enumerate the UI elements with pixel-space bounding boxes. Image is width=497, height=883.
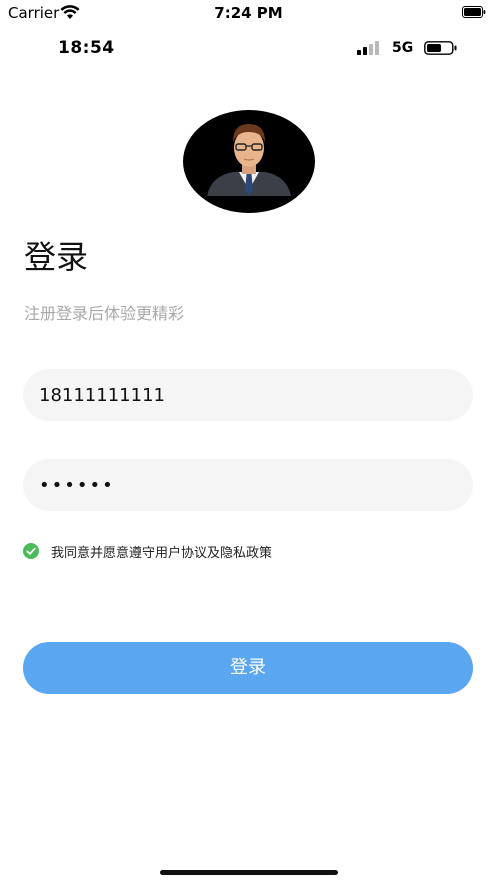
agreement-text[interactable]: 我同意并愿意遵守用户协议及隐私政策 — [51, 542, 272, 561]
battery-icon — [424, 41, 457, 55]
password-field-container — [23, 459, 473, 511]
simulator-status-bar: Carrier 7:24 PM — [0, 0, 497, 26]
agreement-row[interactable]: 我同意并愿意遵守用户协议及隐私政策 — [23, 540, 463, 561]
login-button[interactable]: 登录 — [23, 642, 473, 694]
phone-field-container — [23, 369, 473, 421]
battery-icon — [462, 6, 486, 18]
network-type: 5G — [392, 40, 414, 56]
app-clock: 18:54 — [58, 38, 115, 58]
page-subtitle: 注册登录后体验更精彩 — [24, 304, 185, 323]
avatar-illustration — [207, 124, 291, 196]
signal-icon — [357, 41, 379, 55]
simulator-clock: 7:24 PM — [214, 4, 283, 22]
check-icon[interactable] — [23, 543, 39, 559]
app-status-bar: 18:54 5G — [0, 34, 497, 62]
page-title: 登录 — [24, 238, 89, 276]
home-indicator[interactable] — [160, 870, 338, 875]
password-input[interactable] — [39, 459, 459, 511]
phone-input[interactable] — [39, 369, 459, 421]
avatar — [183, 110, 315, 213]
